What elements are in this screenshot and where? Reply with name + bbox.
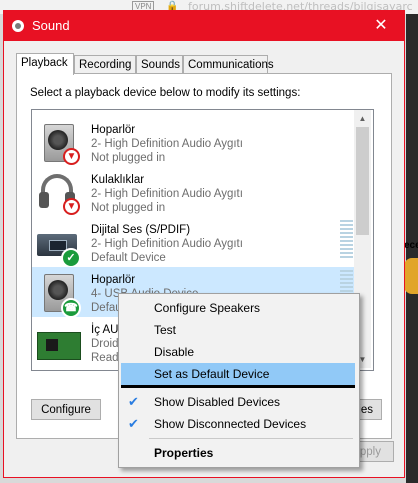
device-driver: Droid — [91, 338, 119, 350]
spdif-icon: ✓ — [37, 224, 81, 268]
menu-separator — [121, 385, 355, 388]
speaker-icon: ▼ — [37, 124, 80, 165]
device-item[interactable]: ✓ Dijital Ses (S/PDIF) 2- High Definitio… — [32, 217, 354, 268]
unplugged-badge-icon: ▼ — [63, 198, 80, 215]
background-text: ecel — [404, 240, 418, 251]
instruction-text: Select a playback device below to modify… — [30, 87, 301, 99]
device-status: Not plugged in — [91, 202, 166, 214]
device-item[interactable]: ▼ Kulaklıklar 2- High Definition Audio A… — [32, 167, 354, 217]
title-bar[interactable]: Sound ✕ — [4, 11, 404, 41]
tab-communications[interactable]: Communications — [183, 55, 274, 73]
configure-button[interactable]: Configure — [31, 399, 101, 420]
scrollbar-thumb[interactable] — [356, 127, 369, 235]
menu-item-properties[interactable]: Properties — [121, 442, 355, 464]
tab-recording[interactable]: Recording — [74, 55, 136, 73]
menu-item-disable[interactable]: Disable — [121, 341, 355, 363]
device-driver: 2- High Definition Audio Aygıtı — [91, 138, 243, 150]
headphones-icon: ▼ — [37, 174, 80, 215]
menu-item-label: Properties — [154, 446, 214, 460]
device-name: Kulaklıklar — [91, 174, 145, 186]
menu-item-show-disconnected-devices[interactable]: ✔ Show Disconnected Devices — [121, 413, 355, 435]
device-name: Hoparlör — [91, 274, 136, 286]
volume-level-meter — [340, 220, 353, 260]
device-driver: 2- High Definition Audio Aygıtı — [91, 238, 243, 250]
menu-item-label: Set as Default Device — [154, 367, 270, 381]
scroll-up-icon[interactable]: ▲ — [354, 110, 371, 127]
menu-item-label: Test — [154, 323, 177, 337]
default-communications-phone-icon: ☎ — [61, 298, 81, 318]
tab-sounds[interactable]: Sounds — [136, 55, 183, 73]
tab-playback[interactable]: Playback — [16, 53, 74, 75]
device-status: Default Device — [91, 252, 166, 264]
checkmark-icon: ✔ — [128, 394, 139, 409]
context-menu: Configure Speakers Test Disable Set as D… — [118, 293, 360, 468]
menu-item-show-disabled-devices[interactable]: ✔ Show Disabled Devices — [121, 391, 355, 413]
device-item[interactable]: ▼ Hoparlör 2- High Definition Audio Aygı… — [32, 117, 354, 167]
device-driver: 2- High Definition Audio Aygıtı — [91, 188, 243, 200]
speaker-app-icon — [12, 20, 24, 32]
menu-separator — [149, 438, 353, 439]
menu-item-label: Show Disabled Devices — [154, 395, 281, 409]
menu-item-label: Disable — [154, 345, 195, 359]
sound-card-icon — [37, 324, 81, 364]
checkmark-icon: ✔ — [128, 416, 139, 431]
close-button[interactable]: ✕ — [358, 11, 404, 41]
menu-item-configure-speakers[interactable]: Configure Speakers — [121, 297, 355, 319]
avatar — [404, 258, 418, 294]
device-name: Dijital Ses (S/PDIF) — [91, 224, 191, 236]
menu-item-label: Show Disconnected Devices — [154, 417, 307, 431]
menu-item-set-default-device[interactable]: Set as Default Device — [121, 363, 355, 385]
speaker-icon: ☎ — [37, 274, 81, 318]
device-status: Not plugged in — [91, 152, 166, 164]
unplugged-badge-icon: ▼ — [63, 148, 80, 165]
menu-item-label: Configure Speakers — [154, 301, 261, 315]
window-title: Sound — [32, 18, 70, 33]
default-check-icon: ✓ — [61, 248, 81, 268]
menu-item-test[interactable]: Test — [121, 319, 355, 341]
device-name: Hoparlör — [91, 124, 136, 136]
